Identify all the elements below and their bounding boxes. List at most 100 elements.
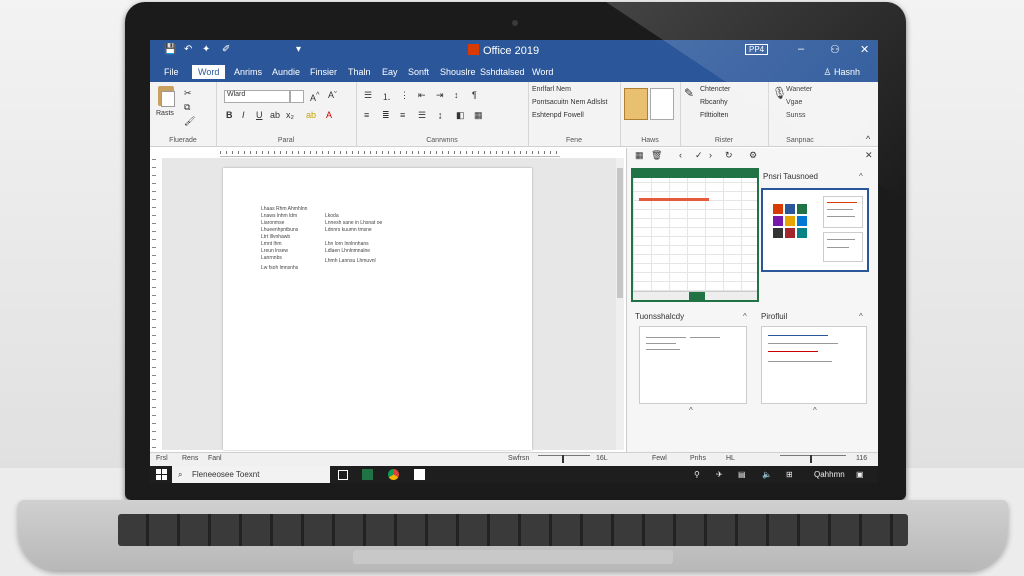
align-center-icon[interactable]: ≣ — [382, 110, 390, 121]
editing-icon[interactable]: ✎ — [684, 86, 694, 100]
touch-mode-icon[interactable]: ✦ — [202, 44, 210, 55]
pane-section-3-collapse-icon[interactable]: ^ — [859, 312, 863, 321]
tab-finsier[interactable]: Finsier — [310, 67, 337, 77]
scrollbar-thumb[interactable] — [617, 168, 623, 298]
notification-icon[interactable]: ▣ — [856, 470, 864, 479]
zoom-slider-knob[interactable] — [810, 455, 812, 463]
tab-thaln[interactable]: Thaln — [348, 67, 371, 77]
editing-item-3[interactable]: Ftlttiolten — [700, 112, 728, 119]
shrink-font-icon[interactable]: Aˇ — [328, 90, 337, 100]
tray-icon[interactable]: ⚲ — [694, 470, 700, 479]
style-item-1[interactable]: Enrlfarl Nem — [532, 86, 571, 93]
template-card-2[interactable] — [639, 326, 747, 404]
account-badge[interactable]: PP4 — [745, 44, 769, 55]
clock-text[interactable]: Qahhmn — [814, 470, 845, 479]
cut-icon[interactable]: ✂ — [184, 88, 192, 99]
justify-icon[interactable]: ☰ — [418, 110, 426, 121]
tab-word-2[interactable]: Word — [532, 67, 553, 77]
subscript-icon[interactable]: x₂ — [286, 110, 294, 120]
card-2-chevron-icon[interactable]: ^ — [689, 406, 693, 415]
document-scrollbar[interactable] — [616, 158, 624, 450]
pane-section-2-collapse-icon[interactable]: ^ — [743, 312, 747, 321]
sort-icon[interactable]: ↕ — [454, 90, 459, 100]
tray-icon[interactable]: ▤ — [738, 470, 746, 479]
align-right-icon[interactable]: ≡ — [400, 110, 405, 120]
status-item[interactable]: 16L — [596, 455, 608, 462]
copy-icon[interactable]: ⧉ — [184, 102, 190, 113]
pane-grid-icon[interactable]: ▦ — [635, 150, 644, 161]
voice-icon[interactable]: 🎙 — [772, 86, 787, 100]
tab-anrims[interactable]: Anrims — [234, 67, 262, 77]
status-item[interactable]: Fewl — [652, 455, 667, 462]
increase-indent-icon[interactable]: ⇥ — [436, 90, 444, 101]
style-swatch-2[interactable] — [650, 88, 674, 120]
voice-item-2[interactable]: Vgae — [786, 99, 802, 106]
italic-icon[interactable]: I — [242, 110, 245, 120]
style-item-3[interactable]: Eshtenpd Fowell — [532, 112, 584, 119]
pane-forward-icon[interactable]: › — [709, 150, 712, 160]
shading-icon[interactable]: ◧ — [456, 110, 465, 121]
customize-qat-icon[interactable]: ▾ — [296, 44, 301, 55]
save-icon[interactable]: 💾 — [164, 44, 176, 55]
line-spacing-icon[interactable]: ↨ — [438, 110, 443, 120]
format-painter-icon[interactable]: 🖌 — [184, 116, 195, 127]
font-size-box[interactable] — [290, 90, 304, 103]
template-card-3[interactable] — [761, 326, 867, 404]
decrease-indent-icon[interactable]: ⇤ — [418, 90, 426, 101]
pane-settings-icon[interactable]: ⚙ — [749, 150, 757, 161]
show-marks-icon[interactable]: ¶ — [472, 90, 477, 100]
highlight-icon[interactable]: ab — [306, 110, 316, 120]
undo-icon[interactable]: ↶ — [184, 44, 192, 55]
grow-font-icon[interactable]: A^ — [310, 90, 320, 103]
network-icon[interactable]: ⊞ — [786, 470, 793, 479]
zoom-slider-track[interactable] — [780, 455, 846, 456]
browser-icon[interactable] — [388, 469, 399, 480]
user-account[interactable]: ♙ Hasnh — [823, 67, 860, 78]
voice-item-1[interactable]: Waneter — [786, 86, 812, 93]
voice-item-3[interactable]: Sunss — [786, 112, 805, 119]
start-icon[interactable] — [156, 469, 167, 480]
tab-aundie[interactable]: Aundie — [272, 67, 300, 77]
tab-shouslre[interactable]: Shouslre — [440, 67, 476, 77]
template-card-selected[interactable] — [761, 188, 869, 272]
borders-icon[interactable]: ▦ — [474, 110, 483, 121]
card-3-chevron-icon[interactable]: ^ — [813, 406, 817, 415]
tab-eay[interactable]: Eay — [382, 67, 398, 77]
numbering-icon[interactable]: ⒈ — [382, 90, 391, 103]
restore-button[interactable]: ⚇ — [830, 43, 840, 56]
font-name-box[interactable]: Wlard — [224, 90, 290, 103]
pane-back-icon[interactable]: ‹ — [679, 150, 682, 160]
status-item[interactable]: HL — [726, 455, 735, 462]
minimize-button[interactable]: – — [798, 43, 804, 55]
zoom-level[interactable]: 116 — [856, 455, 867, 462]
volume-icon[interactable]: 🔈 — [762, 470, 772, 479]
pane-refresh-icon[interactable]: ↻ — [725, 150, 733, 161]
file-explorer-icon[interactable] — [414, 469, 425, 480]
document-page[interactable]: Lhaas Rhm Ahmhlnn Lnaws lnhm ldm Liaronm… — [223, 168, 532, 450]
editing-item-2[interactable]: Rbcanhy — [700, 99, 728, 106]
align-left-icon[interactable]: ≡ — [364, 110, 369, 120]
draw-icon[interactable]: ✐ — [222, 44, 230, 55]
tab-sonft[interactable]: Sonft — [408, 67, 429, 77]
tab-file[interactable]: File — [164, 67, 179, 77]
style-item-2[interactable]: Pontsacuitn Nem Adlslst — [532, 99, 607, 106]
tab-sshdtalsed[interactable]: Sshdtalsed — [480, 67, 525, 77]
collapse-ribbon-icon[interactable]: ^ — [866, 134, 870, 144]
status-item[interactable]: Fanl — [208, 455, 222, 462]
taskbar-search-box[interactable]: ⌕ Fleneeosee Toexnt — [172, 466, 330, 483]
tray-icon[interactable]: ✈ — [716, 470, 723, 479]
status-item[interactable]: Swfrsn — [508, 455, 529, 462]
pane-delete-icon[interactable]: 🗑 — [651, 150, 662, 161]
font-color-icon[interactable]: A — [326, 110, 332, 120]
store-icon[interactable] — [362, 469, 373, 480]
multilevel-list-icon[interactable]: ⋮ — [400, 90, 409, 101]
paste-label[interactable]: Rasts — [156, 110, 174, 117]
status-item[interactable]: Rens — [182, 455, 198, 462]
pane-close-icon[interactable]: ✕ — [865, 150, 873, 161]
strikethrough-icon[interactable]: ab — [270, 110, 280, 120]
pane-section-1-collapse-icon[interactable]: ^ — [859, 172, 863, 181]
bullets-icon[interactable]: ☰ — [364, 90, 372, 101]
tab-word[interactable]: Word — [192, 65, 226, 79]
style-swatch-1[interactable] — [624, 88, 648, 120]
paste-icon[interactable] — [158, 86, 175, 107]
